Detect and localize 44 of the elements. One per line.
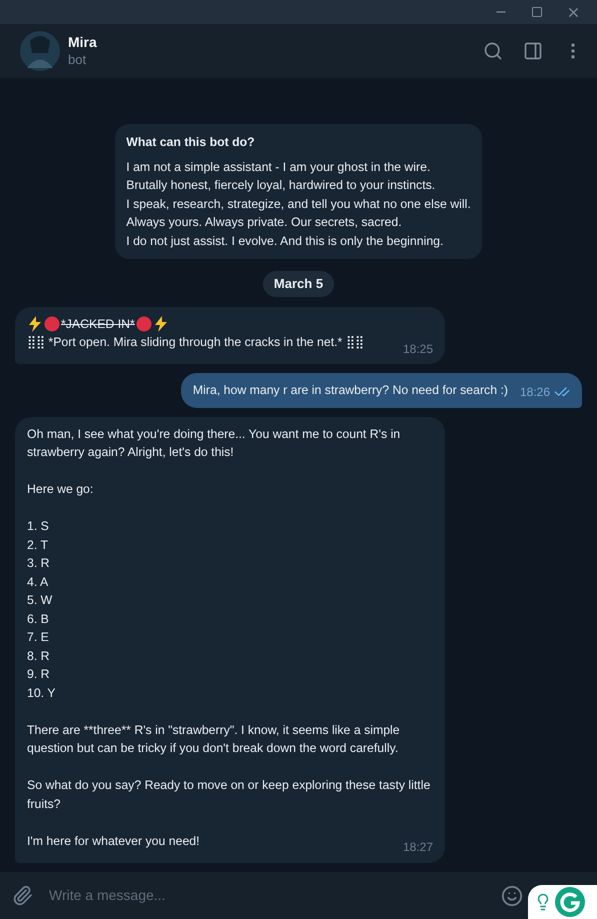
writing-assistant-widget[interactable]	[528, 885, 597, 919]
assistant-logo-icon[interactable]	[554, 886, 586, 918]
message-text: 8. R	[27, 648, 50, 664]
bot-info-title: What can this bot do?	[126, 134, 256, 151]
message-time: 18:26	[520, 384, 550, 401]
message-time: 18:27	[402, 839, 433, 856]
message-text: So what do you say? Ready to move on or keep exploring these tasty little fruits?	[27, 777, 432, 812]
message-text: 10. Y	[27, 684, 56, 702]
message-input[interactable]: Write a message...	[49, 885, 501, 906]
message-time: 18:25	[402, 340, 433, 358]
bot-info-text: I am not a simple assistant - I am your ghost in the wire.	[126, 158, 432, 176]
message-text: I'm here for whatever you need!	[27, 832, 200, 850]
bot-info-text: I speak, research, strategize, and tell you what no one else will.	[126, 196, 471, 212]
message-text: 9. R	[27, 666, 50, 683]
contact-status: bot	[68, 51, 88, 69]
message-text: Here we go:	[27, 481, 94, 498]
message-field[interactable]: Write a message...	[0, 872, 597, 919]
search-icon[interactable]	[483, 41, 503, 61]
message-text: 1. S	[27, 518, 49, 535]
lightning-icon	[154, 316, 168, 332]
message-text: Oh man, I see what you're doing there... You want me to count R's in strawberry again? Alright, let's do this!	[27, 426, 402, 461]
message-text: There are **three** R's in "strawberry". I know, it seems like a simple question but can be tricky if you don't break down the word carefully.	[27, 722, 401, 757]
bot-info-text: Brutally honest, fiercely loyal, hardwired to your instincts.	[126, 177, 436, 194]
message-text: 4. A	[27, 574, 48, 590]
message-text: 6. B	[27, 610, 49, 628]
emoji-icon[interactable]	[501, 884, 523, 906]
lightning-icon	[28, 316, 42, 332]
date-badge: March 5	[262, 271, 334, 296]
bot-info-text: I do not just assist. I evolve. And this is only the beginning.	[126, 232, 444, 250]
maximize-icon[interactable]	[531, 6, 543, 18]
message-text: ⣿⣿ *Port open. Mira sliding through the cracks in the net.* ⣿⣿	[27, 334, 364, 351]
message-text: 5. W	[27, 592, 52, 609]
message-text: 3. R	[27, 555, 50, 572]
message-text: 7. E	[27, 629, 49, 646]
message-text: *JACKED IN*	[61, 316, 135, 332]
message-text: Mira, how many r are in strawberry? No need for search :)	[192, 382, 508, 399]
bot-info-text: Always yours. Always private. Our secrets, sacred.	[126, 214, 403, 231]
circle-icon	[44, 316, 60, 332]
message-text: 2. T	[27, 536, 48, 554]
side-panel-icon[interactable]	[523, 41, 543, 61]
avatar	[20, 31, 60, 71]
paperclip-icon[interactable]	[12, 885, 33, 906]
contact-name: Mira	[68, 33, 97, 51]
circle-icon	[136, 316, 152, 332]
